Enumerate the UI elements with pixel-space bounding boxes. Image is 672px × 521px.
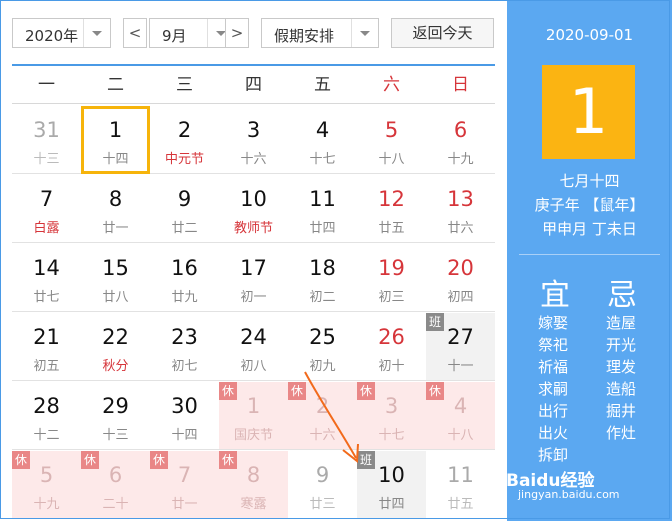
outer-border <box>0 0 670 519</box>
